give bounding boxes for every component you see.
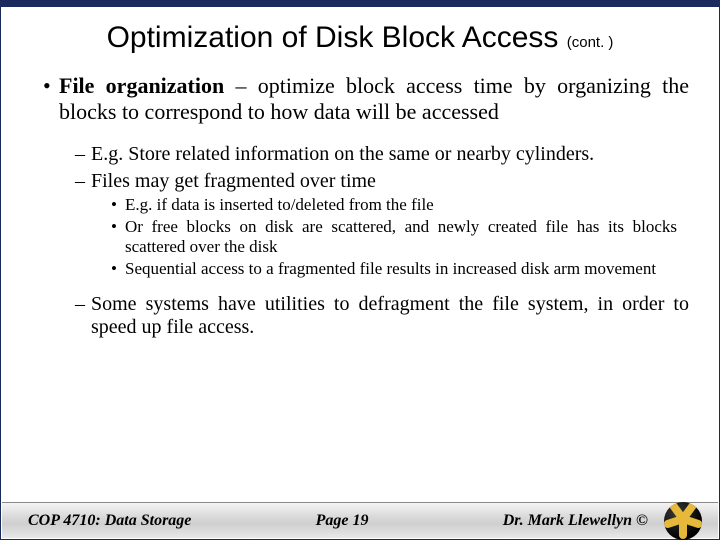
title-main: Optimization of Disk Block Access <box>107 21 567 54</box>
term-file-organization: File organization <box>59 73 224 98</box>
top-border <box>1 1 719 7</box>
sub-fragmented-pre: Files may get <box>91 170 204 192</box>
dash-icon: – <box>75 293 91 316</box>
sub-eg-cylinders: –E.g. Store related information on the s… <box>91 143 689 166</box>
subsub-inserted-deleted: •E.g. if data is inserted to/deleted fro… <box>125 195 677 215</box>
bullet-file-organization: •File organization – optimize block acce… <box>59 73 689 125</box>
slide-title: Optimization of Disk Block Access (cont.… <box>1 21 719 55</box>
title-cont: (cont. ) <box>567 34 614 51</box>
subsub-sequential-access-text: Sequential access to a fragmented file r… <box>125 259 656 278</box>
ucf-logo-icon <box>664 502 702 540</box>
sub-defragment-text: Some systems have utilities to defragmen… <box>91 293 689 338</box>
bullet-dot-icon: • <box>111 217 125 237</box>
sub-fragmented-post: over time <box>295 170 376 192</box>
bullet-dot-icon: • <box>111 195 125 215</box>
sub-fragmented: –Files may get fragmented over time <box>91 170 689 193</box>
slide: Optimization of Disk Block Access (cont.… <box>0 0 720 540</box>
footer-author: Dr. Mark Llewellyn © <box>456 512 656 530</box>
term-fragmented: fragmented <box>204 170 295 192</box>
footer-right: Dr. Mark Llewellyn © <box>456 502 702 540</box>
sub-eg-cylinders-text: E.g. Store related information on the sa… <box>91 143 594 165</box>
footer-course: COP 4710: Data Storage <box>28 512 228 530</box>
dash-icon: – <box>75 143 91 166</box>
sub-defragment: –Some systems have utilities to defragme… <box>91 293 689 339</box>
dash-icon: – <box>75 170 91 193</box>
bullet-dot-icon: • <box>111 259 125 279</box>
footer-bar: COP 4710: Data Storage Page 19 Dr. Mark … <box>2 502 718 538</box>
bullet-dot-icon: • <box>43 73 59 99</box>
footer-page: Page 19 <box>316 512 369 530</box>
subsub-scattered: •Or free blocks on disk are scattered, a… <box>125 217 677 257</box>
subsub-sequential-access: •Sequential access to a fragmented file … <box>125 259 677 279</box>
subsub-scattered-text: Or free blocks on disk are scattered, an… <box>125 217 677 256</box>
subsub-inserted-deleted-text: E.g. if data is inserted to/deleted from… <box>125 195 434 214</box>
slide-content: •File organization – optimize block acce… <box>1 73 719 539</box>
